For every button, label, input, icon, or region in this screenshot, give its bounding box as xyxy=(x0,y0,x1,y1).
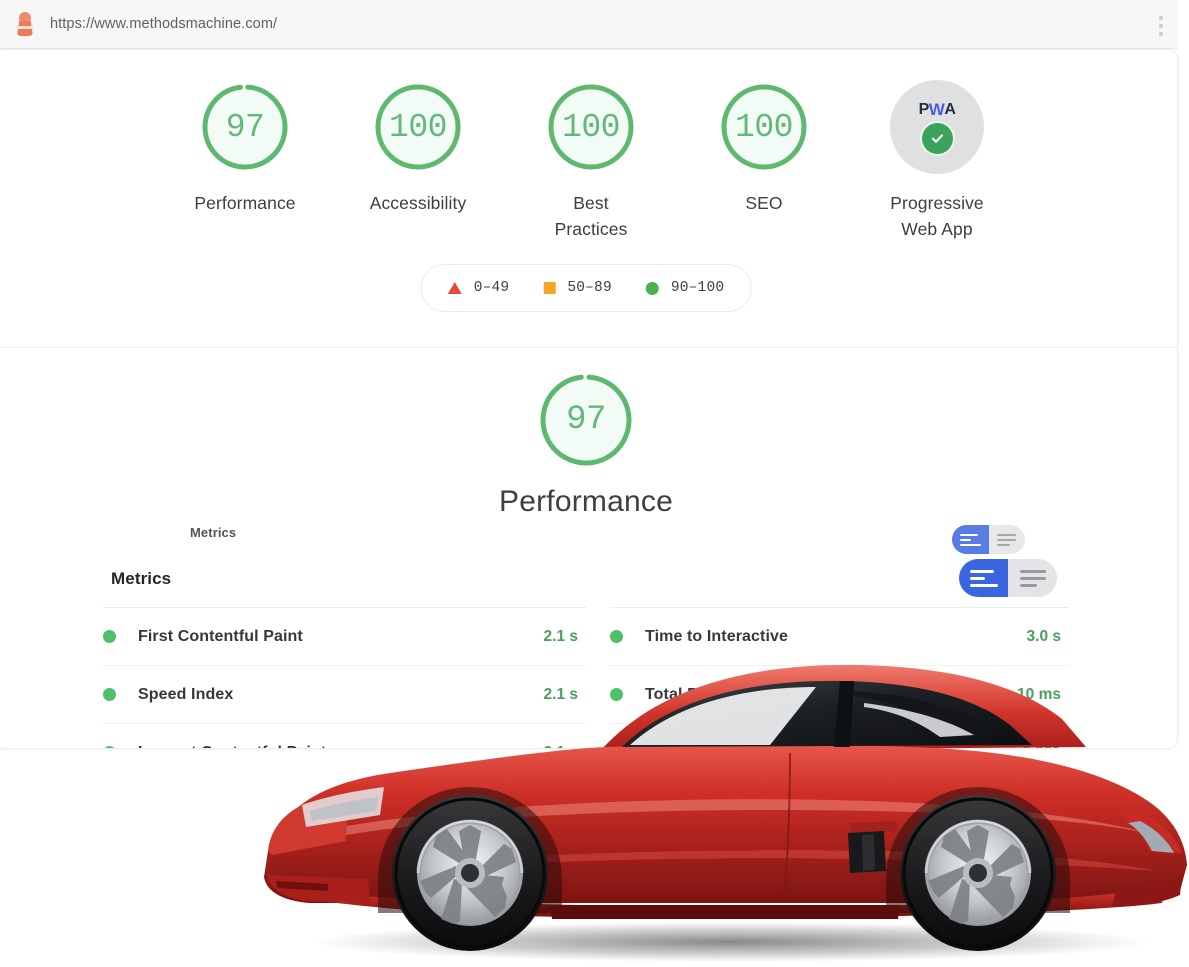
score-label: SEO xyxy=(745,193,783,213)
score-label-line1: Progressive xyxy=(890,193,984,213)
gauge-seo: 100 xyxy=(717,80,811,174)
metrics-view-toggle-ghost xyxy=(952,525,1025,554)
score-value: 100 xyxy=(562,108,620,146)
lighthouse-report-screen: https://www.methodsmachine.com/ 97 Perfo… xyxy=(0,0,1189,967)
legend-range: 90–100 xyxy=(670,280,725,296)
score-accessibility[interactable]: 100 Accessibility xyxy=(355,80,482,216)
score-value: 100 xyxy=(735,108,793,146)
score-best-practices[interactable]: 100 Best Practices xyxy=(528,80,655,243)
pwa-badge: PWA xyxy=(890,80,984,174)
gauge-performance-large: 97 xyxy=(536,370,636,470)
score-performance[interactable]: 97 Performance xyxy=(182,80,309,216)
metric-row[interactable]: Total Blocking Time 10 ms xyxy=(610,665,1069,723)
metric-name: Speed Index xyxy=(138,685,234,703)
metric-name: Largest Contentful Paint xyxy=(138,744,326,749)
score-value: 97 xyxy=(225,108,265,146)
score-label: Progressive Web App xyxy=(890,190,984,243)
metrics-heading: Metrics xyxy=(111,569,172,588)
status-dot-pass-icon xyxy=(610,746,623,748)
status-dot-pass-icon xyxy=(610,630,623,643)
score-value: 100 xyxy=(389,108,447,146)
metrics-view-toggle[interactable] xyxy=(959,559,1057,597)
score-label-line2: Practices xyxy=(554,219,628,240)
scores-section: 97 Performance 100 Accessibility 100 Bes… xyxy=(0,50,1177,348)
kebab-menu-icon[interactable] xyxy=(1158,16,1163,36)
pwa-logo-icon: PWA xyxy=(919,100,956,118)
performance-title: Performance xyxy=(499,485,673,518)
lighthouse-report-card: 97 Performance 100 Accessibility 100 Bes… xyxy=(0,49,1178,749)
browser-url-bar[interactable]: https://www.methodsmachine.com/ xyxy=(0,0,1178,49)
metric-name: First Contentful Paint xyxy=(138,627,303,645)
pwa-logo-w: W xyxy=(928,100,945,119)
metric-name: Total Blocking Time xyxy=(645,685,798,703)
metric-value: 3.0 s xyxy=(1026,627,1061,645)
metric-row[interactable]: Cumul 0.001 xyxy=(610,723,1069,749)
status-dot-pass-icon xyxy=(103,746,116,748)
metrics-heading-ghost: Metrics xyxy=(190,525,237,540)
legend-item-average: 50–89 xyxy=(543,280,612,296)
status-dot-pass-icon xyxy=(610,688,623,701)
score-progressive-web-app[interactable]: PWA Progressive Web App xyxy=(874,80,1001,243)
metric-value: 10 ms xyxy=(1017,685,1061,703)
square-marker-icon xyxy=(543,282,556,294)
triangle-marker-icon xyxy=(447,282,462,294)
metrics-column-left: First Contentful Paint 2.1 s Speed Index… xyxy=(103,607,586,749)
legend-range: 0–49 xyxy=(473,280,510,296)
legend-item-pass: 90–100 xyxy=(645,280,725,296)
performance-section: 97 Performance Metrics Metrics First Con… xyxy=(0,349,1177,748)
status-dot-pass-icon xyxy=(103,688,116,701)
score-label: Accessibility xyxy=(369,193,467,213)
metric-row[interactable]: Speed Index 2.1 s xyxy=(103,665,586,723)
status-dot-pass-icon xyxy=(103,630,116,643)
lighthouse-icon xyxy=(14,12,36,36)
pwa-logo-a: A xyxy=(944,101,956,118)
gauge-accessibility: 100 xyxy=(371,80,465,174)
metric-name: Time to Interactive xyxy=(645,627,788,645)
score-label: Performance xyxy=(194,193,296,213)
score-seo[interactable]: 100 SEO xyxy=(701,80,828,216)
metric-value: 2.1 s xyxy=(543,627,578,645)
metric-row[interactable]: Largest Contentful Paint 2.1 s xyxy=(103,723,586,749)
gauge-best-practices: 100 xyxy=(544,80,638,174)
list-view-icon xyxy=(988,525,1025,554)
metrics-grid: First Contentful Paint 2.1 s Speed Index… xyxy=(103,607,1069,749)
bar-view-icon[interactable] xyxy=(959,559,1008,597)
list-view-icon[interactable] xyxy=(1008,559,1057,597)
metric-value: 2.1 s xyxy=(543,685,578,703)
performance-header: 97 Performance xyxy=(0,370,1177,519)
metric-value: 0.001 xyxy=(1022,744,1061,749)
legend-range: 50–89 xyxy=(567,280,612,296)
pwa-logo-p: P xyxy=(918,101,930,118)
gauge-performance: 97 xyxy=(198,80,292,174)
score-label-line1: Best xyxy=(573,193,609,213)
legend-item-fail: 0–49 xyxy=(447,280,510,296)
score-legend: 0–49 50–89 90–100 xyxy=(420,264,752,312)
check-circle-icon xyxy=(921,123,953,154)
bar-view-icon xyxy=(952,525,989,554)
url-text: https://www.methodsmachine.com/ xyxy=(50,16,278,32)
circle-marker-icon xyxy=(645,281,659,295)
metric-row[interactable]: Time to Interactive 3.0 s xyxy=(610,607,1069,665)
score-label: Best Practices xyxy=(555,190,628,243)
performance-score-value: 97 xyxy=(566,401,606,439)
metrics-column-right: Time to Interactive 3.0 s Total Blocking… xyxy=(586,607,1069,749)
score-gauge-row: 97 Performance 100 Accessibility 100 Bes… xyxy=(0,80,1177,243)
metric-name: Cumul xyxy=(645,744,695,749)
metric-row[interactable]: First Contentful Paint 2.1 s xyxy=(103,607,586,665)
metric-value: 2.1 s xyxy=(544,744,578,749)
score-label-line2: Web App xyxy=(901,219,973,240)
